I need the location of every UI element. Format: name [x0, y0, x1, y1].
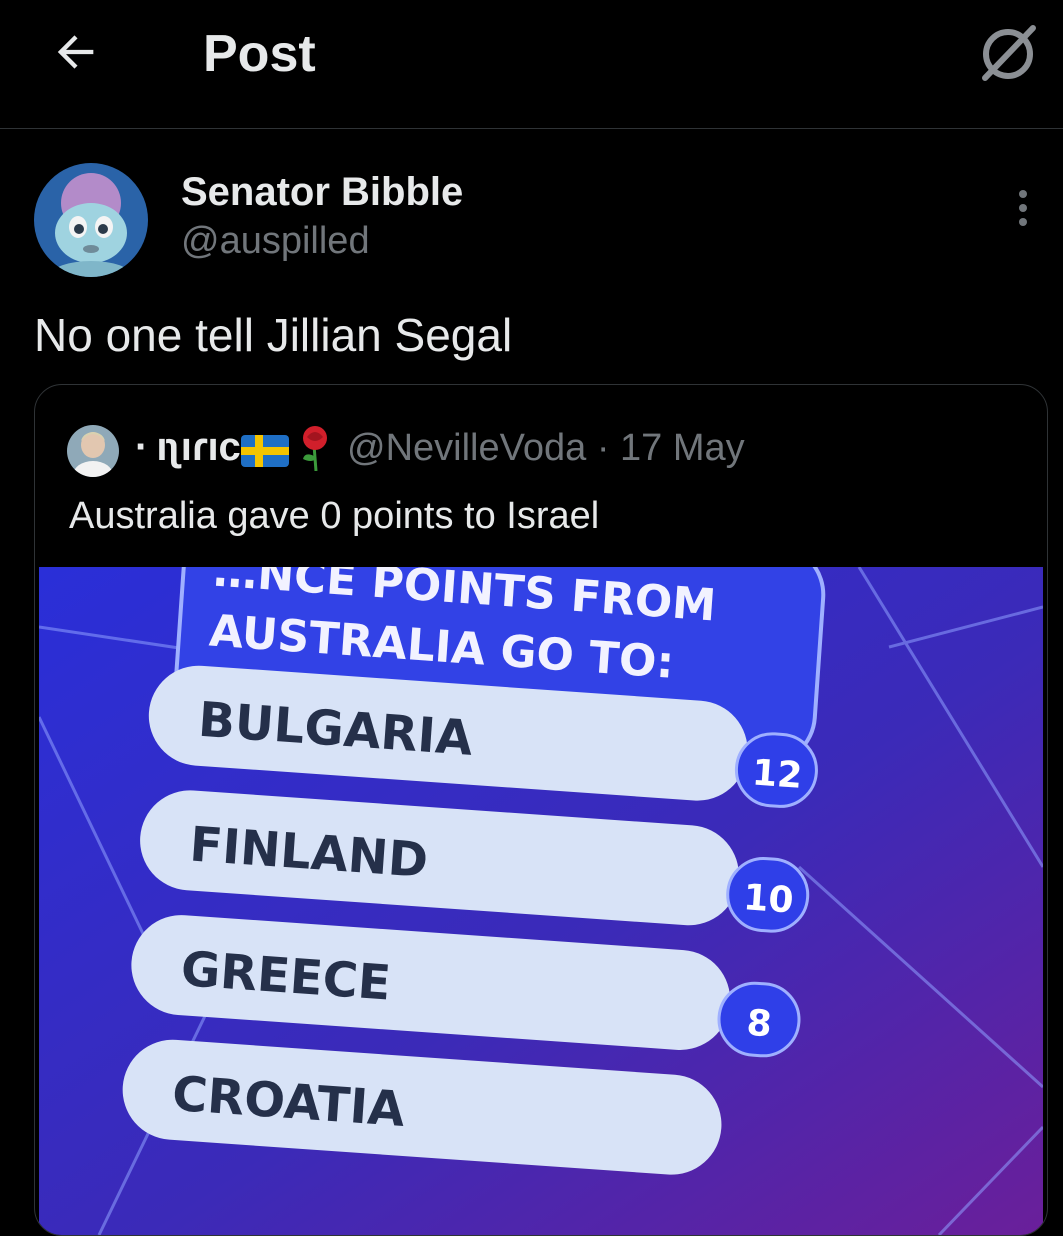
page-title: Post	[203, 25, 316, 83]
arrow-left-icon	[57, 35, 94, 69]
top-bar: Post	[0, 0, 1063, 129]
back-button[interactable]	[50, 26, 110, 76]
quote-media-image[interactable]: …NCE POINTS FROM AUSTRALIA GO TO: BULGAR…	[39, 567, 1043, 1235]
author-avatar[interactable]	[34, 163, 148, 277]
grok-icon	[982, 25, 1036, 81]
sweden-flag-icon	[241, 435, 289, 467]
author-display-name[interactable]: Senator Bibble	[181, 170, 463, 215]
quote-author-display-name: · ıʅıɾıc	[135, 425, 241, 469]
post-text: No one tell Jillian Segal	[34, 309, 513, 361]
rose-icon	[303, 426, 327, 471]
quoted-post[interactable]: · ıʅıɾıc @NevilleVoda · 17 May Australia…	[34, 384, 1048, 1236]
result-points: 10	[742, 877, 795, 921]
more-options-button[interactable]	[1005, 186, 1041, 230]
eurovision-scoreboard-image: …NCE POINTS FROM AUSTRALIA GO TO: BULGAR…	[39, 567, 1043, 1235]
result-points: 8	[745, 1003, 773, 1046]
result-points: 12	[751, 752, 804, 796]
more-vertical-icon	[1019, 190, 1027, 226]
quote-text: Australia gave 0 points to Israel	[69, 495, 600, 537]
author-handle[interactable]: @auspilled	[181, 220, 370, 263]
grok-button[interactable]	[975, 20, 1041, 86]
quote-handle-and-date: @NevilleVoda · 17 May	[347, 427, 745, 469]
quote-author-avatar	[67, 425, 119, 477]
avatar-image	[34, 163, 148, 277]
avatar-image	[67, 425, 119, 477]
